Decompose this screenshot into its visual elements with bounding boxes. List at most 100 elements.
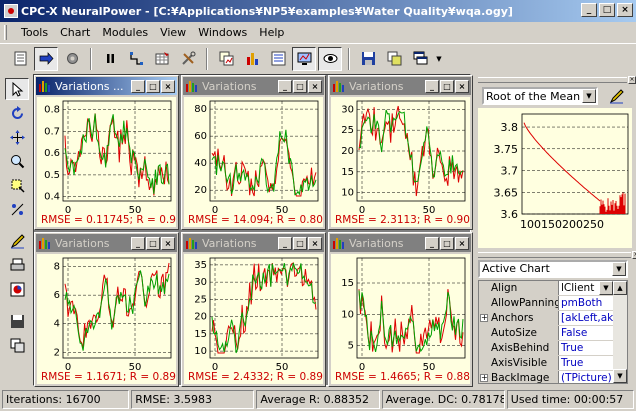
chart-window-4[interactable]: Variations _ □ × 8 6 4 2 0 50 RMSE = 1.1671; R = … xyxy=(34,232,179,387)
chart-window-titlebar[interactable]: Variations _ □ × xyxy=(183,77,324,95)
rmse-metric-select[interactable]: Root of the Mean S ▼ xyxy=(482,87,598,105)
expand-icon[interactable]: + xyxy=(480,314,488,322)
maximize-button[interactable]: □ xyxy=(440,79,454,93)
menu-windows[interactable]: Windows xyxy=(192,26,253,39)
chart-window-titlebar[interactable]: Variations ... _ □ × xyxy=(36,77,177,95)
chart-plot[interactable]: 151050 50RMSE = 1.4665; R = 0.885 xyxy=(331,254,470,384)
close-button[interactable]: × xyxy=(308,79,322,93)
close-button[interactable]: × xyxy=(455,236,469,250)
property-row[interactable]: AutoSize False xyxy=(479,326,627,341)
chart-plot[interactable]: 806040200 50RMSE = 14.094; R = 0.807 xyxy=(184,97,323,227)
window-title: CPC-X NeuralPower - [C:¥Applications¥NP5… xyxy=(21,4,513,18)
rmse-edit-button[interactable] xyxy=(606,86,626,106)
app-icon[interactable] xyxy=(4,4,18,18)
property-row[interactable]: Align lClient ▼ xyxy=(479,281,627,296)
y-tick-label: 3.65 xyxy=(494,186,519,199)
scroll-up-icon[interactable]: ▲ xyxy=(613,281,627,295)
pointer-tool[interactable] xyxy=(5,78,29,100)
menu-view[interactable]: View xyxy=(154,26,192,39)
maximize-button[interactable]: □ xyxy=(293,236,307,250)
window-layout-dropdown[interactable]: ▼ xyxy=(434,47,444,71)
property-row[interactable]: + BackImage (TPicture) xyxy=(479,371,627,383)
menu-help[interactable]: Help xyxy=(253,26,290,39)
chevron-down-icon[interactable]: ▼ xyxy=(599,281,613,295)
print-tool[interactable] xyxy=(5,254,29,276)
monitor-button[interactable] xyxy=(292,46,316,71)
minimize-button[interactable]: _ xyxy=(581,3,597,17)
chart-window-3[interactable]: Variations _ □ × 30 25 20 15 10 0 50 RMSE = 2.3113… xyxy=(328,75,473,230)
property-grid-scrollbar[interactable]: ▲ ▼ xyxy=(613,281,627,383)
chart-window-titlebar[interactable]: Variations _ □ × xyxy=(330,234,471,252)
close-button[interactable]: × xyxy=(455,79,469,93)
grid-button[interactable] xyxy=(150,47,174,71)
expand-icon[interactable]: + xyxy=(480,374,488,382)
close-button[interactable]: × xyxy=(308,236,322,250)
chart-plot[interactable]: 0.80.70.60.50.40 50RMSE = 0.11745; R = 0.… xyxy=(37,97,176,227)
copy-chart-button[interactable] xyxy=(214,47,238,71)
zoom-box-tool[interactable] xyxy=(5,174,29,196)
scale-tool[interactable] xyxy=(5,198,29,220)
minimize-button[interactable]: _ xyxy=(278,236,292,250)
chart-window-titlebar[interactable]: Variations _ □ × xyxy=(36,234,177,252)
chart-window-titlebar[interactable]: Variations _ □ × xyxy=(330,77,471,95)
close-button[interactable]: × xyxy=(617,3,633,17)
chart-window-2[interactable]: Variations _ □ × 80 60 40 20 0 50 RMSE = 14.094; … xyxy=(181,75,326,230)
maximize-button[interactable]: □ xyxy=(293,79,307,93)
copy-tool[interactable] xyxy=(5,334,29,356)
close-button[interactable]: × xyxy=(161,236,175,250)
close-button[interactable]: × xyxy=(161,79,175,93)
menu-modules[interactable]: Modules xyxy=(96,26,154,39)
maximize-button[interactable]: □ xyxy=(440,236,454,250)
maximize-button[interactable]: □ xyxy=(146,236,160,250)
scroll-down-icon[interactable]: ▼ xyxy=(613,369,627,383)
maximize-button[interactable]: □ xyxy=(146,79,160,93)
property-row[interactable]: AllowPanning pmBoth xyxy=(479,296,627,311)
property-row[interactable]: AxisBehind True xyxy=(479,341,627,356)
property-row[interactable]: +Anchors[akLeft,akTop] xyxy=(479,311,627,326)
chart-window-titlebar[interactable]: Variations _ □ × xyxy=(183,234,324,252)
chart-window-5[interactable]: Variations _ □ × 35 30 25 20 15 10 0 50 RMSE = 2.43… xyxy=(181,232,326,387)
menu-tools[interactable]: Tools xyxy=(15,26,54,39)
status-average-dc: Average. DC: 0.78178 xyxy=(381,390,505,409)
chart-plot[interactable]: 3530252015100 50RMSE = 2.4332; R = 0.892 xyxy=(184,254,323,384)
settings-button[interactable] xyxy=(60,47,84,71)
network-button[interactable] xyxy=(124,47,148,71)
tools-button[interactable] xyxy=(176,47,200,71)
pan-tool[interactable] xyxy=(5,126,29,148)
minimize-button[interactable]: _ xyxy=(131,236,145,250)
minimize-button[interactable]: _ xyxy=(278,79,292,93)
scale-icon xyxy=(11,203,23,215)
view-button[interactable] xyxy=(318,46,342,71)
bar-chart-button[interactable] xyxy=(240,47,264,71)
chart-window-1[interactable]: Variations ... _ □ × 0.8 0.7 0.6 0.5 0.4 0 50 RMSE… xyxy=(34,75,179,230)
chart-window-6[interactable]: Variations _ □ × 15 10 5 0 50 RMSE = 1.4665; R =… xyxy=(328,232,473,387)
inspector-object-select[interactable]: Active Chart ▼ xyxy=(478,260,628,278)
edit-tool[interactable] xyxy=(5,230,29,252)
export-button[interactable] xyxy=(382,47,406,71)
rmse-chart[interactable]: 3.8 3.75 3.7 3.65 3.6100150200250 xyxy=(478,108,632,248)
chart-plot[interactable]: 30252015100 50RMSE = 2.3113; R = 0.904 xyxy=(331,97,470,227)
property-row[interactable]: AxisVisible True xyxy=(479,356,627,371)
menu-chart[interactable]: Chart xyxy=(54,26,96,39)
minimize-button[interactable]: _ xyxy=(425,79,439,93)
chevron-down-icon[interactable]: ▼ xyxy=(582,89,596,103)
minimize-button[interactable]: _ xyxy=(131,79,145,93)
chart-properties-button[interactable] xyxy=(266,47,290,71)
panel-close-button[interactable]: × xyxy=(632,251,636,259)
panel-close-button[interactable]: × xyxy=(628,76,636,84)
save-tool[interactable] xyxy=(5,310,29,332)
window-layout-button[interactable] xyxy=(408,47,432,71)
chevron-down-icon[interactable]: ▼ xyxy=(612,262,626,276)
notebook-button[interactable] xyxy=(8,47,32,71)
run-button[interactable] xyxy=(34,46,58,71)
minimize-button[interactable]: _ xyxy=(425,236,439,250)
maximize-button[interactable]: □ xyxy=(599,3,615,17)
chart-metrics-label: RMSE = 0.11745; R = 0.97 xyxy=(41,214,176,226)
chart-plot[interactable]: 86420 50RMSE = 1.1671; R = 0.893 xyxy=(37,254,176,384)
toolbar-separator xyxy=(90,47,92,70)
rotate-tool[interactable] xyxy=(5,102,29,124)
chart-tool[interactable] xyxy=(5,278,29,300)
save-button[interactable] xyxy=(356,47,380,71)
zoom-tool[interactable] xyxy=(5,150,29,172)
pause-button[interactable] xyxy=(98,47,122,71)
